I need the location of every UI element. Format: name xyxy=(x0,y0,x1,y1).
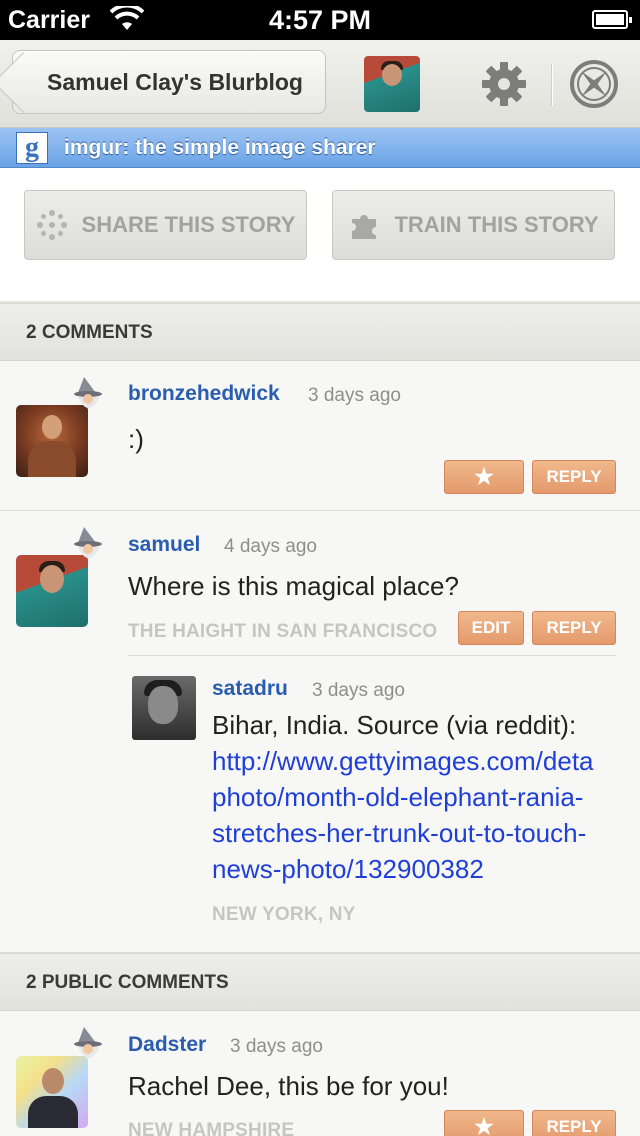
edit-button[interactable]: EDIT xyxy=(458,611,524,645)
reply-time: 3 days ago xyxy=(312,680,405,701)
comment-location: NEW HAMPSHIRE xyxy=(128,1120,295,1136)
reply-avatar[interactable] xyxy=(132,676,196,740)
comment-text: :) xyxy=(128,424,144,454)
comments-header: 2 COMMENTS xyxy=(0,303,640,361)
back-button[interactable]: Samuel Clay's Blurblog xyxy=(12,50,326,114)
comment-time: 3 days ago xyxy=(308,385,401,406)
story-actions: SHARE THIS STORY TRAIN THIS STORY xyxy=(0,168,640,303)
puzzle-icon xyxy=(352,215,377,239)
reply-location: NEW YORK, NY xyxy=(212,904,356,925)
train-story-button[interactable]: TRAIN THIS STORY xyxy=(332,190,615,260)
comment-location: THE HAIGHT IN SAN FRANCISCO xyxy=(128,621,438,642)
star-button[interactable]: ★ xyxy=(444,1110,524,1136)
comment-time: 3 days ago xyxy=(230,1036,323,1057)
reply-link-line[interactable]: news-photo/132900382 xyxy=(212,851,616,887)
wizard-badge-icon xyxy=(74,377,102,408)
comment-text: Where is this magical place? xyxy=(128,571,459,601)
reply-button[interactable]: REPLY xyxy=(532,611,616,645)
back-button-label: Samuel Clay's Blurblog xyxy=(47,68,303,95)
nav-divider xyxy=(551,64,553,106)
reply-text: Bihar, India. Source (via reddit): xyxy=(212,710,577,740)
google-icon: g xyxy=(16,132,48,164)
compass-icon[interactable] xyxy=(566,56,622,112)
wizard-badge-icon xyxy=(74,1027,102,1058)
star-button[interactable]: ★ xyxy=(444,460,524,494)
wizard-badge-icon xyxy=(74,527,102,558)
share-story-label: SHARE THIS STORY xyxy=(81,212,296,237)
reply-username[interactable]: satadru xyxy=(212,677,288,701)
share-dots-icon xyxy=(36,210,67,240)
status-bar: Carrier 4:57 PM xyxy=(0,0,640,40)
comment-username[interactable]: bronzehedwick xyxy=(128,382,280,406)
reply-divider xyxy=(128,655,616,656)
public-comments-count: 2 PUBLIC COMMENTS xyxy=(26,972,229,993)
reply-link-line[interactable]: http://www.gettyimages.com/deta xyxy=(212,743,616,779)
public-comments-header: 2 PUBLIC COMMENTS xyxy=(0,953,640,1011)
reply-button[interactable]: REPLY xyxy=(532,460,616,494)
comment-text: Rachel Dee, this be for you! xyxy=(128,1071,449,1101)
clock: 4:57 PM xyxy=(268,5,372,35)
reply-link-line[interactable]: photo/month-old-elephant-rania- xyxy=(212,779,616,815)
battery-icon xyxy=(592,10,632,29)
reply-body: Bihar, India. Source (via reddit): http:… xyxy=(212,707,616,887)
public-comment-item: Dadster 3 days ago Rachel Dee, this be f… xyxy=(0,1011,640,1136)
train-story-label: TRAIN THIS STORY xyxy=(394,212,599,237)
share-story-button[interactable]: SHARE THIS STORY xyxy=(24,190,307,260)
comment-time: 4 days ago xyxy=(224,536,317,557)
reply-button[interactable]: REPLY xyxy=(532,1110,616,1136)
comment-username[interactable]: samuel xyxy=(128,533,200,557)
comment-item: samuel 4 days ago Where is this magical … xyxy=(0,511,640,953)
feed-title-bar[interactable]: g imgur: the simple image sharer xyxy=(0,128,640,168)
navigation-bar: Samuel Clay's Blurblog xyxy=(0,40,640,128)
comment-item: bronzehedwick 3 days ago :) ★ REPLY xyxy=(0,361,640,511)
gear-icon[interactable] xyxy=(476,56,532,112)
reply-link-line[interactable]: stretches-her-trunk-out-to-touch- xyxy=(212,815,616,851)
feed-title: imgur: the simple image sharer xyxy=(64,136,376,159)
comments-count: 2 COMMENTS xyxy=(26,322,153,343)
comment-username[interactable]: Dadster xyxy=(128,1033,206,1057)
profile-avatar[interactable] xyxy=(364,56,420,112)
